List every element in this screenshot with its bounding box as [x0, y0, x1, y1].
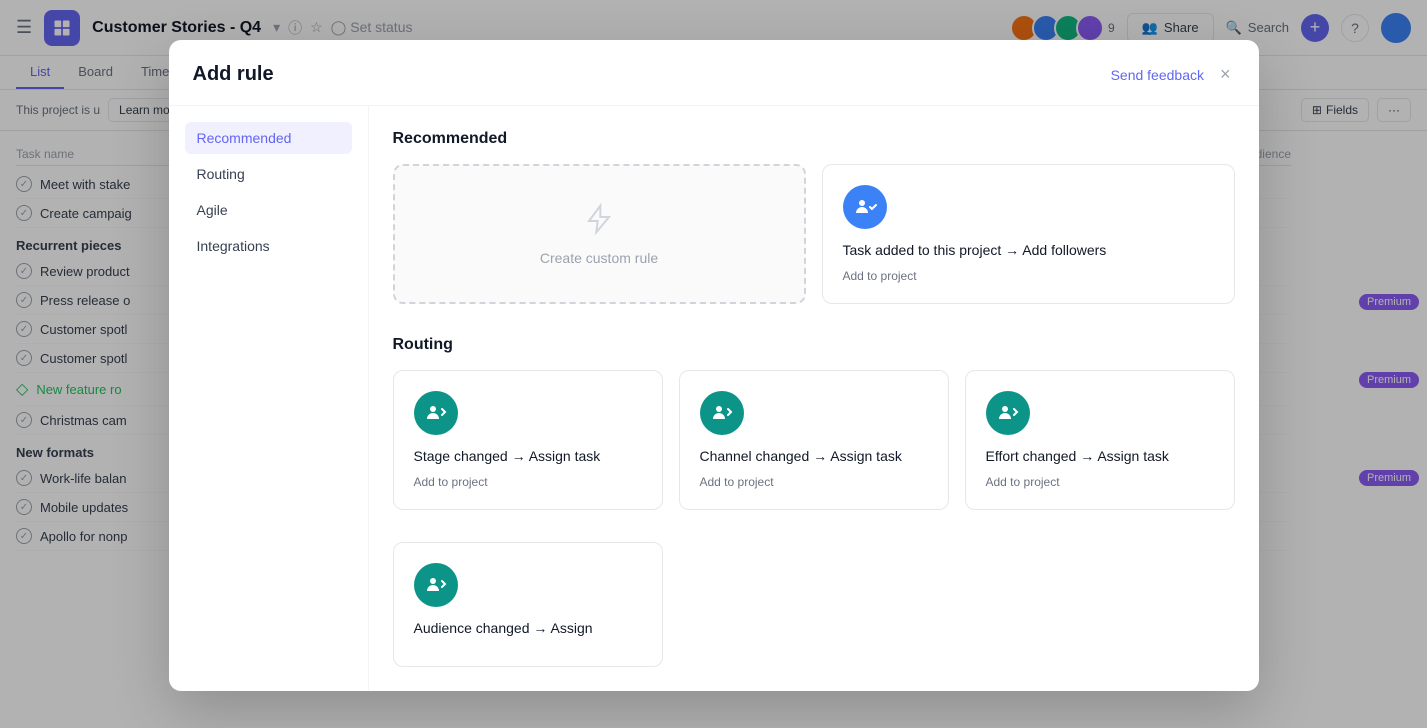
modal-overlay: Add rule Send feedback × Recommended Rou… [0, 0, 1427, 728]
close-button[interactable]: × [1216, 60, 1235, 89]
modal-header-right: Send feedback × [1111, 60, 1235, 89]
stage-changed-card[interactable]: Stage changed → Assign task Add to proje… [393, 370, 663, 510]
modal-content: Recommended Create custom rule [369, 106, 1259, 691]
rule-icon [843, 185, 887, 229]
rule-icon [986, 391, 1030, 435]
add-rule-modal: Add rule Send feedback × Recommended Rou… [169, 40, 1259, 691]
modal-title: Add rule [193, 63, 274, 86]
sidebar-item-routing[interactable]: Routing [185, 158, 352, 190]
modal-sidebar: Recommended Routing Agile Integrations [169, 106, 369, 691]
bottom-cards: Audience changed → Assign [393, 542, 1235, 668]
sidebar-item-agile[interactable]: Agile [185, 194, 352, 226]
recommended-grid: Create custom rule Task added to this pr… [393, 164, 1235, 304]
modal-body: Recommended Routing Agile Integrations R… [169, 106, 1259, 691]
routing-grid: Stage changed → Assign task Add to proje… [393, 370, 1235, 510]
sidebar-item-recommended[interactable]: Recommended [185, 122, 352, 154]
effort-changed-action: Add to project [986, 475, 1214, 489]
channel-changed-card[interactable]: Channel changed → Assign task Add to pro… [679, 370, 949, 510]
rule-icon [414, 563, 458, 607]
effort-changed-title: Effort changed → Assign task [986, 447, 1214, 467]
recommended-heading: Recommended [393, 130, 1235, 148]
effort-changed-card[interactable]: Effort changed → Assign task Add to proj… [965, 370, 1235, 510]
create-custom-label: Create custom rule [540, 250, 658, 266]
rule-icon [414, 391, 458, 435]
audience-changed-title: Audience changed → Assign [414, 619, 642, 639]
routing-heading: Routing [393, 336, 1235, 354]
task-added-title: Task added to this project → Add followe… [843, 241, 1214, 261]
task-added-card[interactable]: Task added to this project → Add followe… [822, 164, 1235, 304]
task-added-action: Add to project [843, 269, 1214, 283]
send-feedback-link[interactable]: Send feedback [1111, 67, 1204, 83]
stage-changed-title: Stage changed → Assign task [414, 447, 642, 467]
audience-changed-card[interactable]: Audience changed → Assign [393, 542, 663, 668]
rule-icon [700, 391, 744, 435]
create-custom-rule-card[interactable]: Create custom rule [393, 164, 806, 304]
channel-changed-title: Channel changed → Assign task [700, 447, 928, 467]
modal-header: Add rule Send feedback × [169, 40, 1259, 106]
lightning-icon [583, 203, 615, 242]
channel-changed-action: Add to project [700, 475, 928, 489]
sidebar-item-integrations[interactable]: Integrations [185, 230, 352, 262]
stage-changed-action: Add to project [414, 475, 642, 489]
